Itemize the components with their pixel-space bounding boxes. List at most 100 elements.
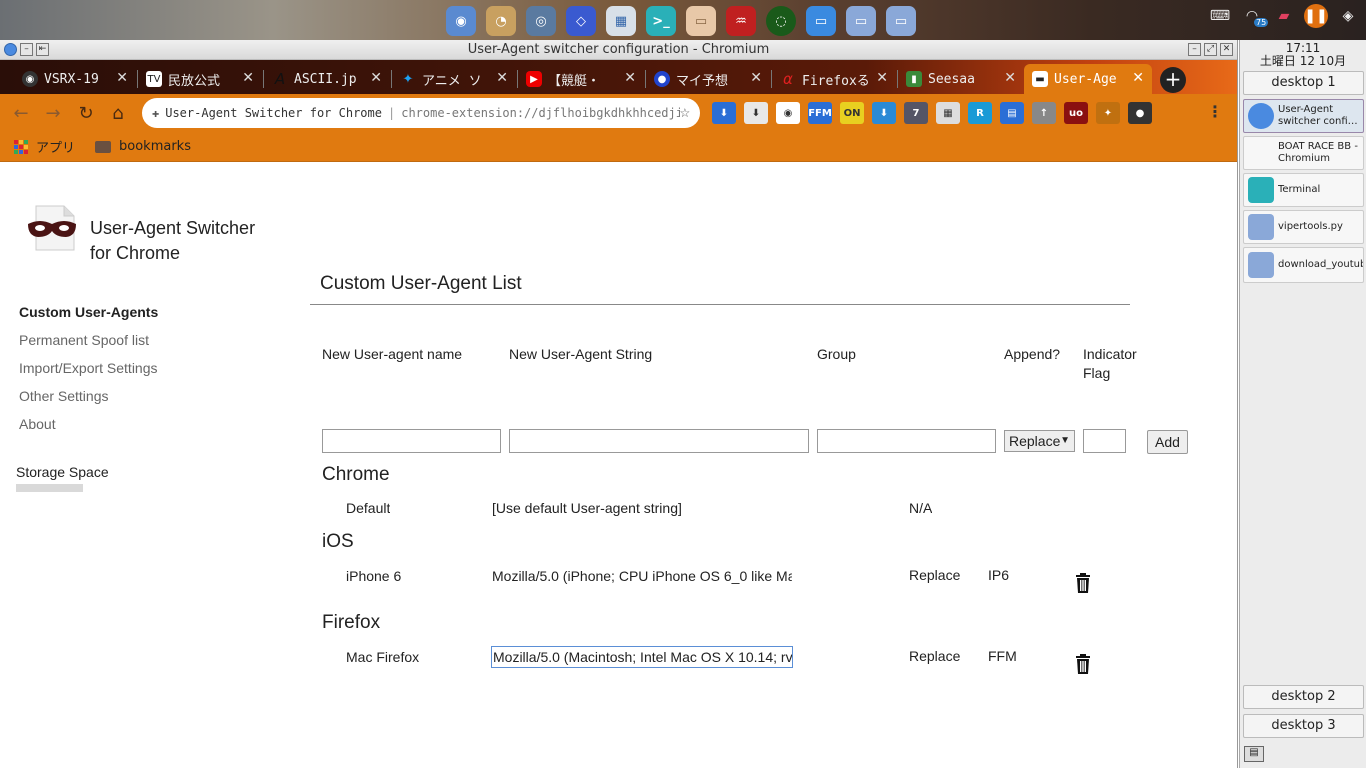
system-tray: ⌨ ◠ 75 ▰ ❚❚ ◈	[1208, 4, 1360, 28]
tab-vsrx[interactable]: ◉ VSRX-19 ✕	[14, 64, 136, 94]
nav-permanent-spoof-list[interactable]: Permanent Spoof list	[19, 332, 158, 360]
ua-string-default[interactable]: [Use default User-agent string]	[492, 500, 682, 516]
address-bar[interactable]: ✚ User-Agent Switcher for Chrome | chrom…	[142, 98, 700, 128]
new-group-input[interactable]	[817, 429, 996, 453]
tab-close-icon[interactable]: ✕	[242, 70, 254, 86]
ublock-icon[interactable]: uo	[1064, 102, 1088, 124]
tab-firefox[interactable]: α Firefoxる ✕	[772, 64, 896, 94]
tab-youtube[interactable]: ▶ 【競艇・ ✕	[518, 64, 644, 94]
tab-tver[interactable]: TV 民放公式 ✕	[138, 64, 262, 94]
code-dock-icon[interactable]: ◇	[566, 6, 596, 36]
seven-icon[interactable]: 7	[904, 102, 928, 124]
tab-close-icon[interactable]: ✕	[496, 70, 508, 86]
ua-flag-mac-firefox[interactable]: FFM	[988, 648, 1017, 664]
ua-name-mac-firefox[interactable]: Mac Firefox	[346, 649, 419, 665]
tab-twitter[interactable]: ✦ アニメ ソ ✕	[392, 64, 516, 94]
window-dock-icon[interactable]: ▭	[806, 6, 836, 36]
radar-dock-icon[interactable]: ◌	[766, 6, 796, 36]
add-button[interactable]: Add	[1147, 430, 1188, 454]
ua-name-iphone[interactable]: iPhone 6	[346, 568, 401, 584]
dropbox-icon[interactable]: ◈	[1336, 4, 1360, 28]
maximize-button[interactable]: ⤢	[1204, 43, 1217, 56]
download-blue-icon[interactable]: ⬇	[712, 102, 736, 124]
tab-user-agent[interactable]: ▬ User-Age ✕	[1024, 64, 1152, 94]
ua-string-iphone[interactable]: Mozilla/5.0 (iPhone; CPU iPhone OS 6_0 l…	[492, 568, 792, 584]
extensions-row: ⬇ ⬇ ◉ FFM ON ⬇ 7 ▦ R ▤ ↑ uo ✦ ●	[712, 102, 1152, 124]
page-icon[interactable]: ▤	[1000, 102, 1024, 124]
forward-arrow-icon[interactable]: →	[42, 103, 64, 125]
ua-flag-iphone[interactable]: IP6	[988, 567, 1009, 583]
nav-other-settings[interactable]: Other Settings	[19, 388, 158, 416]
owl-dock-icon[interactable]: ◔	[486, 6, 516, 36]
terminal-dock-icon[interactable]: >_	[646, 6, 676, 36]
bookmark-folder[interactable]: bookmarks	[95, 139, 191, 154]
window3-dock-icon[interactable]: ▭	[886, 6, 916, 36]
pause-icon[interactable]: ❚❚	[1304, 4, 1328, 28]
download-arrow-icon[interactable]: ⬇	[744, 102, 768, 124]
nav-custom-user-agents[interactable]: Custom User-Agents	[19, 304, 158, 332]
ua-append-mac-firefox[interactable]: Replace	[909, 648, 960, 664]
reload-icon[interactable]: ↻	[75, 103, 97, 125]
ua-string-mac-firefox-edit[interactable]: Mozilla/5.0 (Macintosh; Intel Mac OS X 1…	[491, 646, 793, 668]
calendar-dock-icon[interactable]: ▦	[606, 6, 636, 36]
desktop-2-button[interactable]: desktop 2	[1243, 685, 1364, 709]
tab-close-icon[interactable]: ✕	[1004, 70, 1016, 86]
bookmark-star-icon[interactable]: ☆	[679, 102, 690, 122]
window2-dock-icon[interactable]: ▭	[846, 6, 876, 36]
new-string-input[interactable]	[509, 429, 809, 453]
keyboard-icon[interactable]: ⌨	[1208, 4, 1232, 28]
desktop-3-button[interactable]: desktop 3	[1243, 714, 1364, 738]
upload-icon[interactable]: ↑	[1032, 102, 1056, 124]
ffm-flag-icon[interactable]: FFM	[808, 102, 832, 124]
window-icon	[1248, 252, 1274, 278]
new-tab-button[interactable]: +	[1160, 67, 1186, 93]
wifi-icon[interactable]: ◠ 75	[1240, 4, 1269, 28]
new-name-input[interactable]	[322, 429, 501, 453]
browser-menu-icon[interactable]: ⋮	[1207, 102, 1223, 121]
bookmark-apps[interactable]: アプリ	[14, 137, 75, 156]
home-icon[interactable]: ⌂	[107, 103, 129, 125]
r-icon[interactable]: R	[968, 102, 992, 124]
balls-icon[interactable]: ●	[1128, 102, 1152, 124]
tab-close-icon[interactable]: ✕	[750, 70, 762, 86]
tab-close-icon[interactable]: ✕	[876, 70, 888, 86]
tab-ascii[interactable]: A ASCII.jp ✕	[264, 64, 390, 94]
files-dock-icon[interactable]: ▭	[686, 6, 716, 36]
task-boat-race[interactable]: BOAT RACE BB - Chromium	[1243, 136, 1364, 170]
show-desktop-icon[interactable]: ▤	[1244, 746, 1264, 762]
trash-icon[interactable]	[1075, 654, 1091, 674]
tab-yosou[interactable]: ● マイ予想 ✕	[646, 64, 770, 94]
on-icon[interactable]: ON	[840, 102, 864, 124]
close-button[interactable]: ✕	[1220, 43, 1233, 56]
task-user-agent[interactable]: User-Agent switcher confi…	[1243, 99, 1364, 133]
tab-close-icon[interactable]: ✕	[624, 70, 636, 86]
back-arrow-icon[interactable]: ←	[10, 103, 32, 125]
audio-dock-icon[interactable]: ♒	[726, 6, 756, 36]
ua-append-iphone[interactable]: Replace	[909, 567, 960, 583]
download-icon[interactable]: ⬇	[872, 102, 896, 124]
tab-close-icon[interactable]: ✕	[116, 70, 128, 86]
task-download-youtube[interactable]: download_youtube.py	[1243, 247, 1364, 283]
youtube-icon: ▶	[526, 71, 542, 87]
task-vipertools[interactable]: vipertools.py	[1243, 210, 1364, 244]
globe-dock-icon[interactable]: ◎	[526, 6, 556, 36]
trash-icon[interactable]	[1075, 573, 1091, 593]
seesaa-icon: ▮	[906, 71, 922, 87]
minimize-button[interactable]: –	[1188, 43, 1201, 56]
flag-input[interactable]	[1083, 429, 1126, 453]
puzzle-ext-icon[interactable]: ✦	[1096, 102, 1120, 124]
chromium-dock-icon[interactable]: ◉	[446, 6, 476, 36]
apps-grid-icon	[14, 139, 28, 154]
chrome-color-icon[interactable]: ◉	[776, 102, 800, 124]
group-title-ios: iOS	[322, 531, 354, 552]
append-select[interactable]: Replace ▼	[1004, 430, 1075, 452]
tab-close-icon[interactable]: ✕	[370, 70, 382, 86]
usb-icon[interactable]: ▰	[1272, 4, 1296, 28]
tab-seesaa[interactable]: ▮ Seesaa ✕	[898, 64, 1024, 94]
nav-about[interactable]: About	[19, 416, 158, 444]
nav-import-export[interactable]: Import/Export Settings	[19, 360, 158, 388]
task-terminal[interactable]: Terminal	[1243, 173, 1364, 207]
tab-close-icon[interactable]: ✕	[1132, 70, 1144, 86]
screenshot-icon[interactable]: ▦	[936, 102, 960, 124]
desktop-1-button[interactable]: desktop 1	[1243, 71, 1364, 95]
